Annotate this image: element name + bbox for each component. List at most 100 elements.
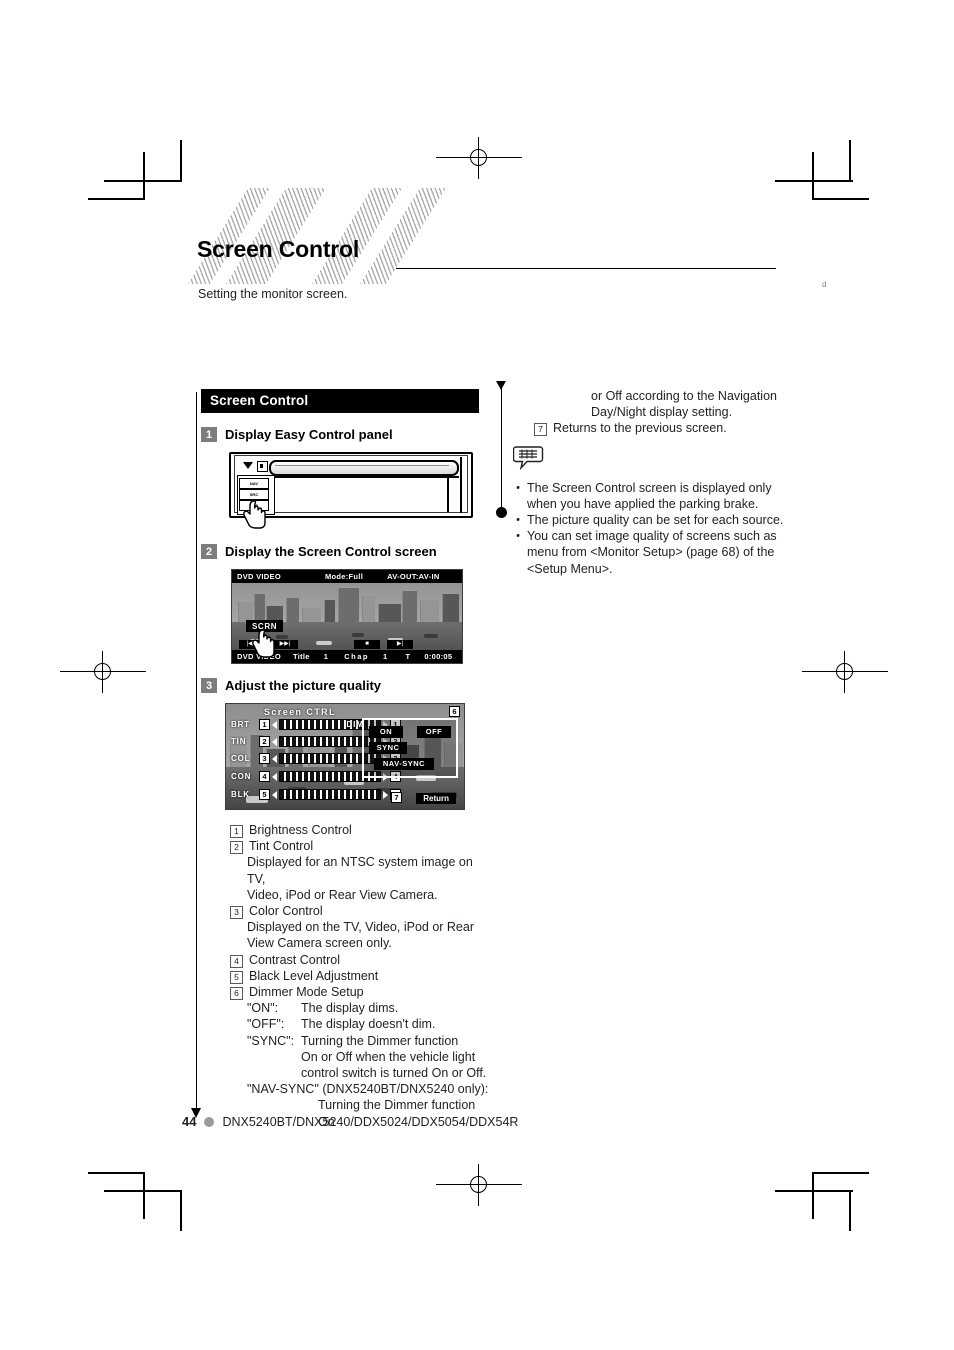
description-item-6: 6 Dimmer Mode Setup [230, 984, 490, 1001]
slider-label: BRT [231, 720, 250, 729]
building [362, 594, 375, 624]
crop-mark-br-h [812, 1172, 869, 1174]
flow-line-right [501, 388, 503, 513]
screen-control-screenshot: Screen CTRL BRT 1 1 TIN 2 2 COL 3 3 CON [225, 703, 465, 810]
description-text: Contrast Control [249, 952, 341, 967]
dvd-time-label: T [405, 652, 411, 661]
dim-off-button[interactable]: OFF [417, 726, 451, 738]
description-item-1: 1 Brightness Control [230, 822, 490, 838]
slider-left-badge: 1 [259, 719, 270, 730]
continued-line: or Off according to the Navigation [591, 389, 777, 403]
decrease-arrow-icon[interactable] [272, 772, 277, 781]
disc-slot [269, 460, 459, 476]
registration-mark-top [436, 137, 522, 179]
building [286, 596, 299, 624]
building [324, 598, 335, 624]
description-text: Tint Control [249, 839, 314, 854]
screen-ctrl-title: Screen CTRL [264, 707, 336, 717]
dimmer-definition-off: "OFF": The display doesn't dim. [247, 1016, 490, 1032]
note-text: The Screen Control screen is displayed o… [527, 480, 772, 511]
crop-mark-tr-v2 [849, 140, 851, 181]
nav-sync-header: "NAV-SYNC" (DNX5240BT/DNX5240 only): [247, 1082, 489, 1097]
eject-triangle-icon [243, 462, 253, 469]
crop-mark-tr-h [812, 198, 869, 200]
step-2: 2 Display the Screen Control screen [201, 544, 479, 559]
note-item: • The picture quality can be set for eac… [515, 512, 803, 528]
step-title: Display the Screen Control screen [225, 544, 437, 559]
crop-mark-bl-v2 [180, 1190, 182, 1231]
building [378, 602, 401, 624]
building [338, 586, 359, 624]
page-footer: 44 DNX5240BT/DNX5240/DDX5024/DDX5054/DDX… [182, 1114, 518, 1129]
crop-mark-tl-v [143, 152, 145, 199]
description-text: Black Level Adjustment [249, 968, 379, 983]
decrease-arrow-icon[interactable] [272, 720, 277, 729]
dim-sync-button[interactable]: SYNC [369, 742, 407, 754]
crop-mark-br-h2 [775, 1190, 853, 1192]
footer-model-list: DNX5240BT/DNX5240/DDX5024/DDX5054/DDX54R [222, 1114, 519, 1129]
flow-arrow-left [191, 1108, 201, 1118]
reference-badge: 7 [534, 423, 547, 437]
left-column: Screen Control 1 Display Easy Control pa… [201, 389, 488, 1130]
description-item-2: 2 Tint Control [230, 838, 490, 855]
car [352, 633, 364, 637]
decrease-arrow-icon[interactable] [272, 790, 277, 799]
slider-track[interactable] [279, 789, 381, 800]
reference-badge: 5 [230, 970, 243, 984]
dimmer-key: "OFF": [247, 1017, 285, 1032]
description-item-7: 7 Returns to the previous screen. [534, 420, 803, 437]
slider-left-badge: 2 [259, 736, 270, 747]
play-pause-button[interactable]: ▶| [387, 639, 413, 649]
note-item: • The Screen Control screen is displayed… [515, 480, 803, 512]
description-text: Returns to the previous screen. [553, 421, 727, 436]
increase-arrow-icon[interactable] [383, 790, 388, 799]
reference-badge: 3 [230, 906, 243, 920]
slider-label: COL [231, 754, 251, 763]
decrease-arrow-icon[interactable] [272, 754, 277, 763]
display-square-icon [257, 461, 268, 472]
crop-mark-tr-h2 [775, 180, 853, 182]
crop-mark-br-v2 [849, 1190, 851, 1231]
reference-badge: 2 [230, 841, 243, 855]
dimmer-value: The display doesn't dim. [301, 1017, 436, 1032]
building [420, 598, 439, 624]
description-text: Brightness Control [249, 823, 352, 837]
return-button[interactable]: Return [416, 793, 456, 804]
bullet-icon: • [516, 530, 520, 543]
crop-mark-bl-v [143, 1172, 145, 1219]
right-column: or Off according to the Navigation Day/N… [512, 388, 803, 577]
dvd-top-status-bar: DVD VIDEO Mode:Full AV-OUT:AV-IN [232, 570, 462, 583]
return-reference-badge: 7 [391, 792, 402, 803]
slider-label: CON [231, 772, 252, 781]
dimmer-definition-sync: "SYNC": Turning the Dimmer function [247, 1033, 490, 1049]
step-1: 1 Display Easy Control panel [201, 427, 479, 442]
bullet-icon: • [516, 514, 520, 527]
dimmer-value: The display dims. [301, 1001, 399, 1016]
description-sub-line: Video, iPod or Rear View Camera. [247, 887, 438, 902]
description-text: Color Control [249, 904, 323, 919]
description-list: 1 Brightness Control 2 Tint Control Disp… [230, 822, 490, 1130]
dim-nav-sync-button[interactable]: NAV-SYNC [374, 758, 434, 770]
crop-mark-tr-v [812, 152, 814, 199]
description-item-4: 4 Contrast Control [230, 952, 490, 968]
page-side-mark: d [822, 280, 827, 289]
description-sub-line: Displayed for an NTSC system image on TV… [247, 855, 473, 886]
building [402, 589, 417, 624]
note-item: • You can set image quality of screens s… [515, 528, 803, 577]
slider-black-level[interactable]: BLK 5 5 [231, 788, 401, 801]
dvd-av-label: AV-OUT:AV-IN [387, 572, 440, 581]
dim-on-button[interactable]: ON [369, 726, 403, 738]
continued-line: Day/Night display setting. [591, 405, 733, 420]
dvd-time-value: 0:00:05 [424, 652, 453, 661]
decrease-arrow-icon[interactable] [272, 737, 277, 746]
crop-mark-tl-v2 [180, 140, 182, 181]
flow-triangle-right [496, 381, 506, 390]
head-unit-right-edge-b [460, 457, 462, 513]
step-title: Display Easy Control panel [225, 427, 393, 442]
dim-reference-badge: 6 [449, 706, 460, 717]
panel-shelf-line [273, 476, 459, 478]
head-unit-button-nav[interactable]: NAV [239, 478, 269, 489]
page-title: Screen Control [197, 236, 360, 262]
stop-button[interactable]: ■ [354, 639, 380, 649]
slider-left-badge: 4 [259, 771, 270, 782]
